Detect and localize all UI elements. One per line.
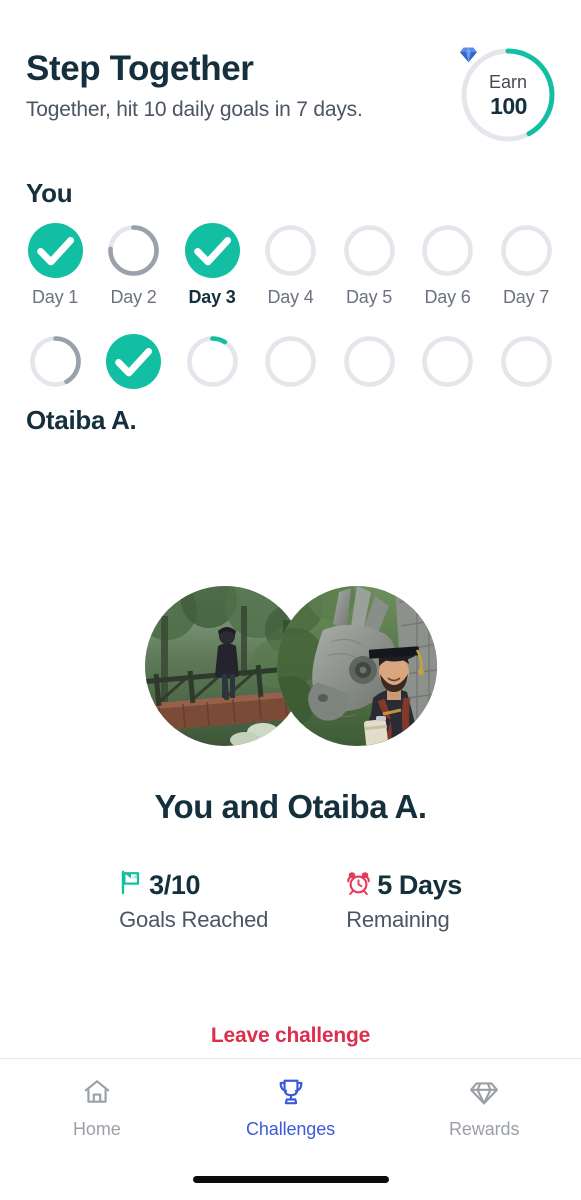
home-indicator[interactable] [192,1175,389,1183]
day-cell[interactable]: Day 4 [258,334,324,389]
stat-goals-reached: 3/10 Goals Reached [119,870,268,933]
day-cell[interactable]: Day 7 [493,334,559,389]
day-cell[interactable]: Day 4 [258,223,324,308]
day-progress-ring [499,334,554,389]
leave-challenge-area: Leave challenge [0,1024,581,1058]
day-streak-row-otaiba: Day 1Day 2Day 3Day 4Day 5Day 6Day 7 [22,334,559,389]
day-cell[interactable]: Day 6 [415,334,481,389]
day-progress-ring [106,223,161,278]
pair-title: You and Otaiba A. [154,788,427,825]
day-progress-ring [27,223,83,278]
day-progress-ring [184,223,240,278]
day-progress-ring [263,223,318,278]
nav-label-rewards: Rewards [449,1119,520,1139]
day-progress-ring [342,334,397,389]
participant-name-otaiba: Otaiba A. [26,405,137,435]
day-cell[interactable]: Day 5 [336,334,402,389]
day-progress-ring [342,223,397,278]
nav-item-challenges[interactable]: Challenges [194,1077,388,1140]
day-label: Day 3 [188,287,236,307]
day-cell[interactable]: Day 7 [493,223,559,308]
trophy-icon [276,1077,306,1112]
day-progress-ring [499,223,554,278]
bottom-navigation-bar: Home Challenges Rewards [0,1058,581,1158]
stats-row: 3/10 Goals Reached 5 Days Remaining [0,870,581,933]
challenge-detail-screen: Step Together Together, hit 10 daily goa… [0,0,581,1200]
day-label: Day 1 [31,287,79,307]
day-cell[interactable]: Day 3 [179,334,245,389]
day-label: Day 2 [110,287,157,307]
day-cell[interactable]: Day 6 [415,223,481,308]
header: Step Together Together, hit 10 daily goa… [0,0,581,144]
home-indicator-area [0,1158,581,1200]
day-label: Day 6 [424,287,471,307]
earn-amount: 100 [490,92,527,119]
nav-item-home[interactable]: Home [0,1077,194,1140]
earn-value-row: 100 [460,47,527,119]
participant-block-you: You Day 1 Day 2 Day 3 Day 4 Day 5 Day 6 Day 7 [22,178,559,308]
alarm-clock-icon [346,870,371,900]
stat-goals-value: 3/10 [149,869,201,900]
day-cell[interactable]: Day 1 [22,334,88,389]
earn-reward-badge[interactable]: Earn 100 [459,46,557,144]
day-cell[interactable]: Day 5 [336,223,402,308]
page-title: Step Together [26,49,254,88]
check-icon [185,223,240,278]
earn-badge-content: Earn 100 [459,46,557,144]
day-cell[interactable]: Day 2 [101,334,167,389]
day-progress-ring [263,334,318,389]
flag-icon [119,870,143,900]
stat-days-caption: Remaining [346,907,450,932]
day-progress-ring [185,334,240,389]
participant-block-otaiba: Day 1Day 2Day 3Day 4Day 5Day 6Day 7 Otai… [22,334,559,436]
streak-section: You Day 1 Day 2 Day 3 Day 4 Day 5 Day 6 Day 7 … [0,178,581,436]
nav-label-home: Home [73,1119,121,1139]
avatar-otaiba-image [276,586,437,746]
page-subtitle: Together, hit 10 daily goals in 7 days. [26,97,363,121]
header-text-block: Step Together Together, hit 10 daily goa… [26,42,363,123]
leave-challenge-button[interactable]: Leave challenge [211,1024,370,1048]
stat-days-remaining: 5 Days Remaining [346,870,462,933]
day-label: Day 4 [267,287,314,307]
stat-days-value: 5 Days [377,869,462,900]
stat-goals-top: 3/10 [119,870,268,900]
day-cell[interactable]: Day 1 [22,223,88,308]
check-icon [106,334,161,389]
day-label: Day 7 [502,287,550,307]
stat-days-top: 5 Days [346,870,462,900]
day-cell[interactable]: Day 2 [101,223,167,308]
avatar-pair [0,586,581,746]
earn-label: Earn [488,71,528,92]
avatar-otaiba [276,586,437,746]
day-progress-ring [420,334,475,389]
stat-goals-caption: Goals Reached [119,907,269,932]
check-icon [28,223,83,278]
diamond-icon [469,1077,499,1112]
day-streak-row-you: Day 1 Day 2 Day 3 Day 4 Day 5 Day 6 Day 7 [22,223,559,308]
day-progress-ring [106,334,161,389]
row-spacer [22,308,559,320]
nav-item-rewards[interactable]: Rewards [387,1077,581,1140]
participant-name-you: You [26,178,73,208]
day-cell[interactable]: Day 3 [179,223,245,308]
day-progress-ring [420,223,475,278]
home-icon [82,1077,112,1112]
nav-label-challenges: Challenges [245,1119,336,1139]
day-progress-ring [28,334,83,389]
day-label: Day 5 [345,287,393,307]
